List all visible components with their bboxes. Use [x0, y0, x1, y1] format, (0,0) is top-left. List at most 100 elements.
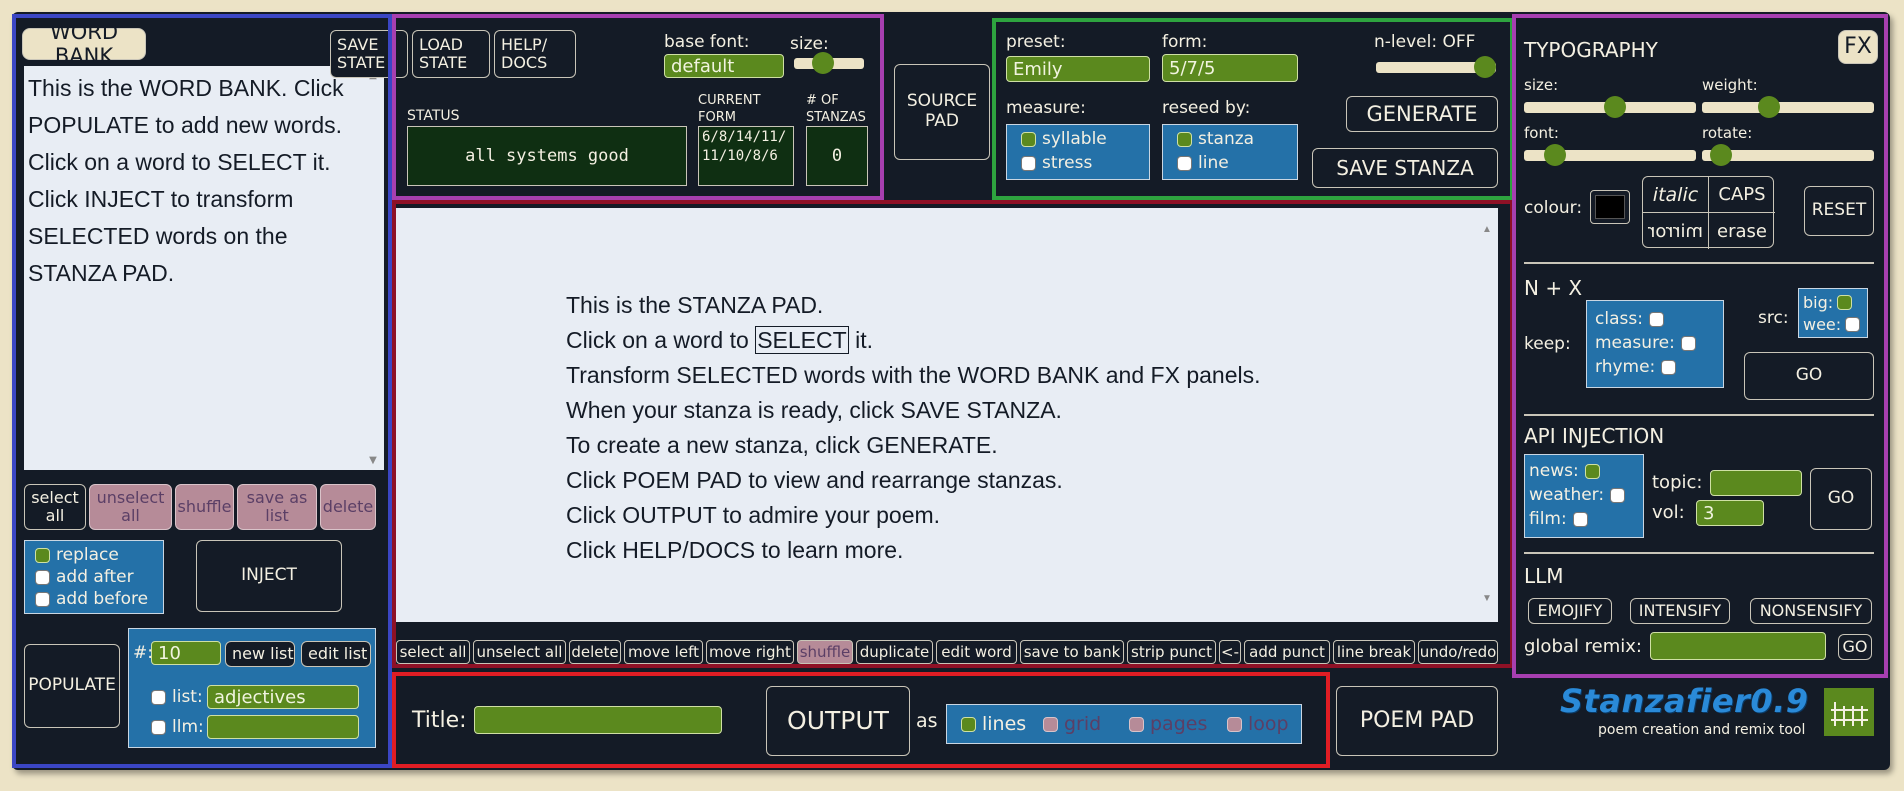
mode-grid[interactable]: grid	[1043, 713, 1101, 735]
slider-knob[interactable]	[1604, 96, 1626, 118]
save-stanza-button[interactable]: SAVE STANZA	[1312, 148, 1498, 188]
fx-font-slider[interactable]	[1524, 144, 1696, 166]
save-state-button[interactable]: SAVE STATE	[330, 30, 408, 78]
edit-list-button[interactable]: edit list	[301, 641, 371, 667]
wb-save-as-list-button[interactable]: save as list	[237, 484, 317, 530]
erase-button[interactable]: erase	[1709, 213, 1775, 249]
topic-input[interactable]	[1710, 470, 1802, 496]
mode-add-after[interactable]: add after	[35, 567, 134, 587]
source-pad-button[interactable]: SOURCE PAD	[894, 64, 990, 160]
list-input[interactable]: adjectives	[207, 685, 359, 709]
api-go-button[interactable]: GO	[1810, 468, 1872, 530]
word-bank-scrollbar[interactable]: ▲ ▼	[366, 70, 380, 466]
selected-word[interactable]: SELECT	[755, 326, 849, 354]
tb-unselect-all[interactable]: unselect all	[473, 640, 566, 664]
tb-delete[interactable]: delete	[569, 640, 621, 664]
help-docs-button[interactable]: HELP/ DOCS	[494, 30, 576, 78]
stanza-line[interactable]: Transform SELECTED words with the WORD B…	[566, 358, 1260, 393]
tb-add-punct[interactable]: add punct	[1244, 640, 1330, 664]
slider-knob[interactable]	[1758, 96, 1780, 118]
tb-move-left[interactable]: move left	[624, 640, 703, 664]
fx-size-slider[interactable]	[1524, 96, 1696, 118]
colour-swatch[interactable]	[1590, 190, 1630, 224]
vol-input[interactable]: 3	[1696, 500, 1764, 526]
api-film[interactable]: film:	[1529, 509, 1594, 529]
stanza-line[interactable]: Click POEM PAD to view and rearrange sta…	[566, 463, 1260, 498]
api-weather[interactable]: weather:	[1529, 485, 1631, 505]
form-input[interactable]: 5/7/5	[1162, 54, 1298, 82]
nonsensify-button[interactable]: NONSENSIFY	[1750, 598, 1872, 624]
nx-go-button[interactable]: GO	[1744, 352, 1874, 400]
populate-button[interactable]: POPULATE	[24, 644, 120, 728]
tb-shuffle[interactable]: shuffle	[797, 640, 853, 664]
stanza-line[interactable]: Click OUTPUT to admire your poem.	[566, 498, 1260, 533]
output-button[interactable]: OUTPUT	[766, 686, 910, 756]
tb-move-right[interactable]: move right	[706, 640, 794, 664]
wb-unselect-all-button[interactable]: unselect all	[89, 484, 172, 530]
inject-button[interactable]: INJECT	[196, 540, 342, 612]
load-state-button[interactable]: LOAD STATE	[412, 30, 490, 78]
mode-pages[interactable]: pages	[1129, 713, 1207, 735]
slider-knob[interactable]	[812, 52, 834, 74]
fx-button[interactable]: FX	[1838, 30, 1878, 64]
reseed-line[interactable]: line	[1177, 153, 1229, 173]
stanza-line[interactable]: To create a new stanza, click GENERATE.	[566, 428, 1260, 463]
stanza-line[interactable]: Click HELP/DOCS to learn more.	[566, 533, 1260, 568]
stanza-pad-scrollbar[interactable]: ▲ ▼	[1480, 212, 1494, 616]
mode-lines[interactable]: lines	[961, 713, 1026, 735]
wb-delete-button[interactable]: delete	[320, 484, 376, 530]
tb-arrow-left[interactable]: <-	[1219, 640, 1241, 664]
measure-syllable[interactable]: syllable	[1021, 129, 1107, 149]
list-checkbox[interactable]: list:	[151, 687, 203, 707]
intensify-button[interactable]: INTENSIFY	[1630, 598, 1730, 624]
base-font-select[interactable]: default	[664, 54, 784, 78]
keep-class[interactable]: class:	[1595, 309, 1670, 329]
count-input[interactable]: 10	[151, 641, 221, 665]
caps-button[interactable]: CAPS	[1709, 177, 1775, 213]
llm-go-button[interactable]: GO	[1838, 634, 1872, 660]
emojify-button[interactable]: EMOJIFY	[1528, 598, 1612, 624]
preset-select[interactable]: Emily	[1006, 56, 1150, 82]
italic-button[interactable]: italic	[1643, 177, 1709, 213]
keep-measure[interactable]: measure:	[1595, 333, 1702, 353]
generate-button[interactable]: GENERATE	[1346, 96, 1498, 132]
tb-edit-word[interactable]: edit word	[936, 640, 1017, 664]
slider-knob[interactable]	[1710, 144, 1732, 166]
mode-loop[interactable]: loop	[1227, 713, 1289, 735]
fx-weight-slider[interactable]	[1702, 96, 1874, 118]
stanza-pad[interactable]: This is the STANZA PAD. Click on a word …	[396, 208, 1498, 622]
slider-knob[interactable]	[1474, 56, 1496, 78]
reseed-stanza[interactable]: stanza	[1177, 129, 1254, 149]
title-input[interactable]	[474, 706, 722, 734]
wb-shuffle-button[interactable]: shuffle	[175, 484, 234, 530]
mirror-button[interactable]: mirror	[1643, 213, 1709, 249]
fx-rotate-slider[interactable]	[1702, 144, 1874, 166]
base-size-slider[interactable]	[794, 52, 864, 74]
tb-undo-redo[interactable]: undo/redo	[1418, 640, 1498, 664]
src-wee[interactable]: wee:	[1803, 315, 1866, 334]
tb-strip-punct[interactable]: strip punct	[1127, 640, 1216, 664]
tb-save-to-bank[interactable]: save to bank	[1020, 640, 1124, 664]
llm-input[interactable]	[207, 715, 359, 739]
stanza-line[interactable]: When your stanza is ready, click SAVE ST…	[566, 393, 1260, 428]
llm-checkbox[interactable]: llm:	[151, 717, 204, 737]
keep-rhyme[interactable]: rhyme:	[1595, 357, 1682, 377]
new-list-button[interactable]: new list	[225, 641, 295, 667]
reset-button[interactable]: RESET	[1804, 186, 1874, 236]
tb-select-all[interactable]: select all	[396, 640, 470, 664]
mode-replace[interactable]: replace	[35, 545, 119, 565]
global-remix-input[interactable]	[1650, 632, 1826, 660]
api-news[interactable]: news:	[1529, 461, 1606, 481]
stanza-line[interactable]: This is the STANZA PAD.	[566, 288, 1260, 323]
measure-stress[interactable]: stress	[1021, 153, 1092, 173]
tb-line-break[interactable]: line break	[1333, 640, 1415, 664]
word-bank-textarea[interactable]: This is the WORD BANK. Click POPULATE to…	[24, 66, 384, 470]
wb-select-all-button[interactable]: select all	[24, 484, 86, 530]
src-big[interactable]: big:	[1803, 293, 1858, 312]
nlevel-slider[interactable]	[1376, 56, 1496, 78]
slider-knob[interactable]	[1544, 144, 1566, 166]
mode-add-before[interactable]: add before	[35, 589, 148, 609]
stanza-line[interactable]: Click on a word to SELECT it.	[566, 323, 1260, 358]
tb-duplicate[interactable]: duplicate	[856, 640, 933, 664]
poem-pad-button[interactable]: POEM PAD	[1336, 686, 1498, 756]
